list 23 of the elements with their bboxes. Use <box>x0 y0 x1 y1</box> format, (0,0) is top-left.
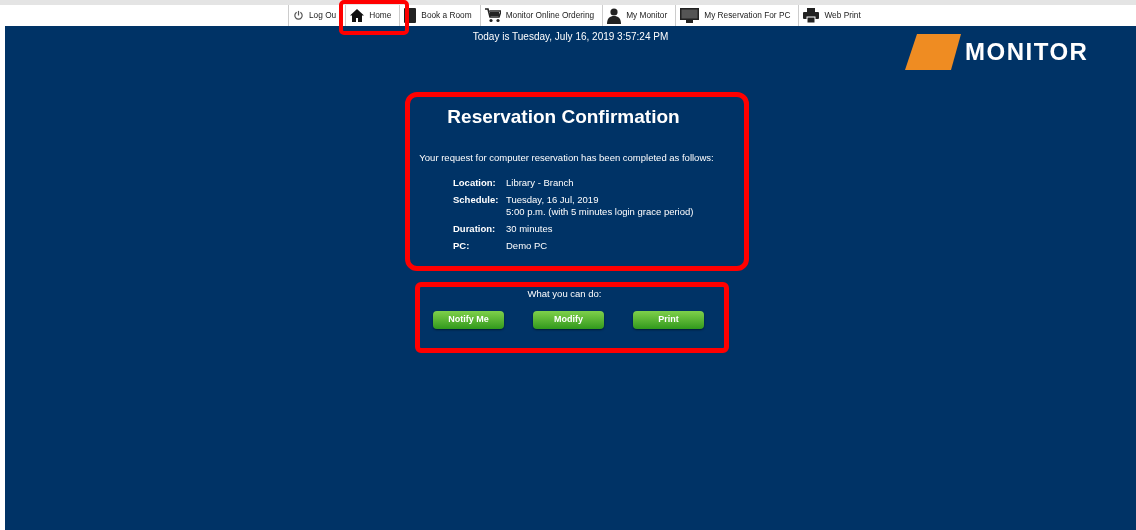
highlight-frame <box>339 0 409 35</box>
monitor-icon <box>680 8 700 23</box>
detail-value: 30 minutes <box>506 223 554 235</box>
detail-value: Demo PC <box>506 240 549 252</box>
detail-label: Schedule: <box>453 194 500 207</box>
detail-label: Duration: <box>453 223 497 235</box>
printer-icon <box>803 8 820 23</box>
detail-label: Location: <box>453 177 497 189</box>
date-text: Today is Tuesday, July 16, 2019 3:57:24 PM <box>471 31 670 43</box>
person-icon <box>607 7 622 24</box>
home-icon <box>350 9 365 22</box>
actions-heading: What you can do: <box>527 288 602 300</box>
confirmation-title: Reservation Confirmation <box>447 106 680 128</box>
confirmation-message: Your request for computer reservation has been completed as follows: <box>419 152 714 164</box>
detail-label: PC: <box>453 240 471 252</box>
power-icon <box>293 10 304 21</box>
detail-value: Library - Branch <box>506 177 575 189</box>
detail-value: Tuesday, 16 Jul, 2019 <box>506 194 600 206</box>
cart-icon <box>484 8 501 23</box>
logo-text: MONITOR <box>965 37 1089 67</box>
detail-value: 5:00 p.m. (with 5 minutes login grace period) <box>506 206 694 218</box>
logo-mark-icon <box>905 34 961 70</box>
nav-link[interactable]: Log Ou <box>288 5 338 26</box>
